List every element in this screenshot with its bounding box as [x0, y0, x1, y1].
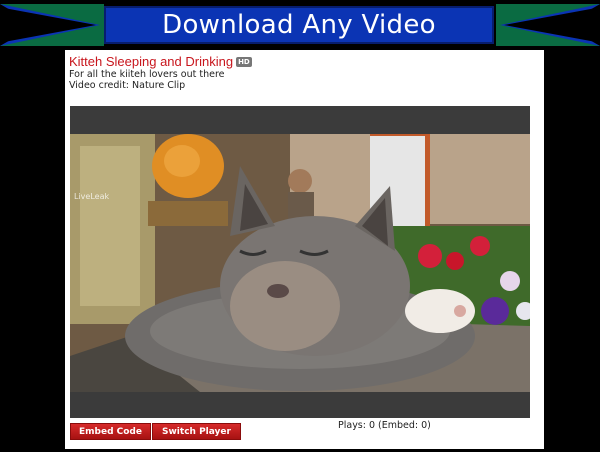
- plays-count: Plays: 0 (Embed: 0): [338, 420, 431, 431]
- player-controls: Embed Code Switch Player: [70, 423, 241, 440]
- banner-title: Download Any Video: [162, 10, 436, 40]
- video-panel: Kitteh Sleeping and Drinking HD For all …: [65, 50, 544, 449]
- embed-code-button[interactable]: Embed Code: [70, 423, 151, 440]
- site-banner: Download Any Video: [0, 0, 600, 50]
- video-player[interactable]: LiveLeak: [70, 106, 530, 418]
- video-info: Kitteh Sleeping and Drinking HD For all …: [69, 54, 252, 91]
- video-credit: Video credit: Nature Clip: [69, 80, 186, 91]
- banner-title-box: Download Any Video: [104, 6, 494, 44]
- hd-badge: HD: [236, 56, 252, 67]
- video-title-row: Kitteh Sleeping and Drinking HD: [69, 54, 252, 69]
- video-description: For all the kiiteh lovers out there: [69, 69, 225, 80]
- video-title[interactable]: Kitteh Sleeping and Drinking: [69, 54, 233, 69]
- video-watermark: LiveLeak: [74, 192, 110, 201]
- video-frame-image: [70, 106, 530, 418]
- switch-player-button[interactable]: Switch Player: [152, 423, 241, 440]
